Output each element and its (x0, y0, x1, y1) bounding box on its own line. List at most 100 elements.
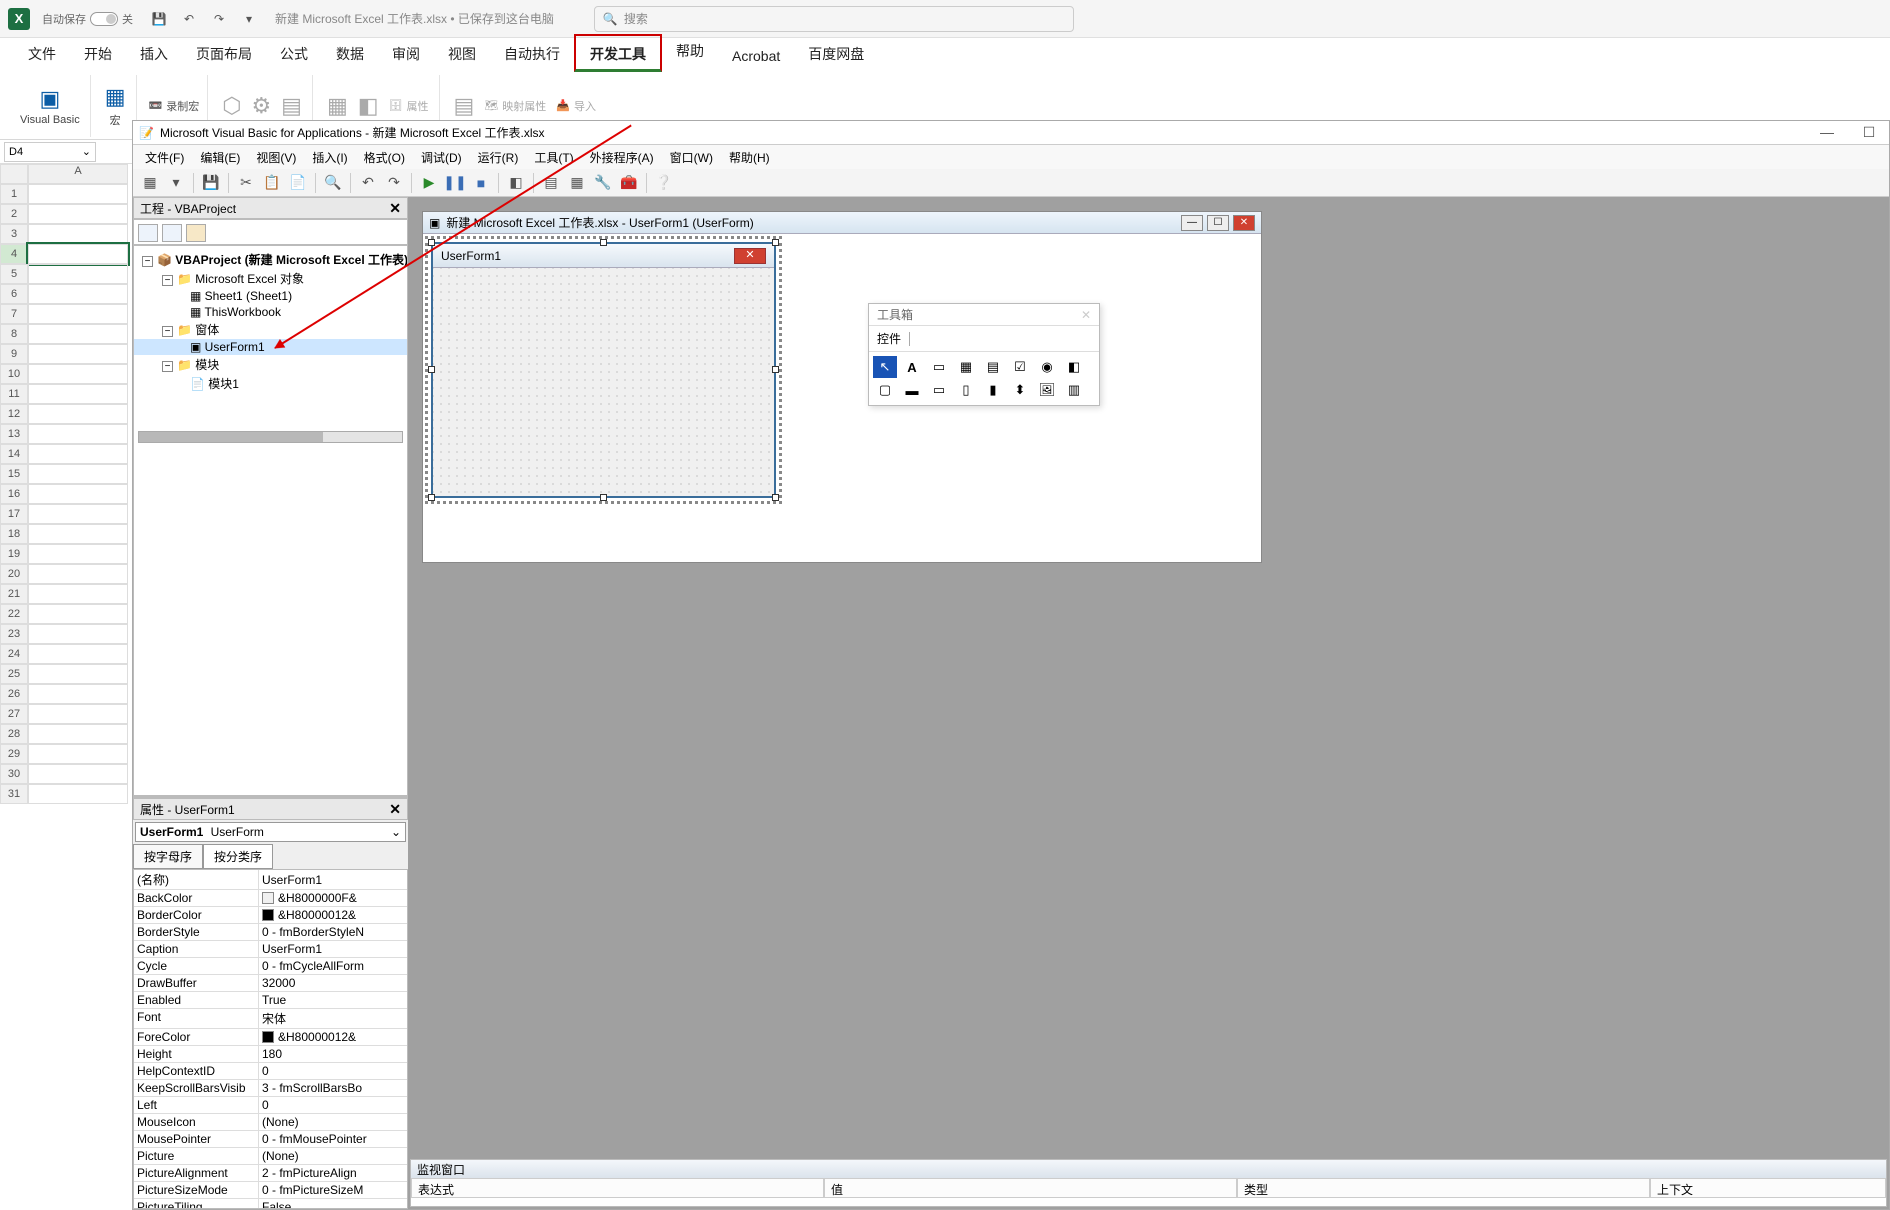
menu-item[interactable]: 运行(R) (478, 149, 519, 166)
row-header[interactable]: 2 (0, 204, 28, 224)
row-header[interactable]: 4 (0, 244, 28, 264)
cell[interactable] (28, 584, 128, 604)
menu-item[interactable]: 插入(I) (312, 149, 347, 166)
row-header[interactable]: 27 (0, 704, 28, 724)
cell[interactable] (28, 204, 128, 224)
stop-icon[interactable]: ■ (470, 172, 492, 194)
copy-icon[interactable]: 📋 (261, 172, 283, 194)
cell[interactable] (28, 484, 128, 504)
cell[interactable] (28, 404, 128, 424)
cell[interactable] (28, 324, 128, 344)
cell[interactable] (28, 504, 128, 524)
design-icon[interactable]: ◧ (505, 172, 527, 194)
select-all-cell[interactable] (0, 164, 28, 184)
tab-layout[interactable]: 页面布局 (182, 36, 266, 72)
tab-auto[interactable]: 自动执行 (490, 36, 574, 72)
row-header[interactable]: 5 (0, 264, 28, 284)
option-tool-icon[interactable]: ◉ (1035, 356, 1059, 378)
menu-item[interactable]: 工具(T) (534, 149, 573, 166)
chevron-down-icon[interactable]: ⌄ (82, 145, 91, 158)
group-vb[interactable]: ▣ Visual Basic (10, 75, 91, 137)
property-row[interactable]: PictureSizeMode0 - fmPictureSizeM (134, 1182, 407, 1199)
excel-addins-icon[interactable]: ⚙ (251, 93, 271, 119)
cut-icon[interactable]: ✂ (235, 172, 257, 194)
row-header[interactable]: 26 (0, 684, 28, 704)
tab-view[interactable]: 视图 (434, 36, 490, 72)
row-header[interactable]: 12 (0, 404, 28, 424)
view-code-icon[interactable] (138, 224, 158, 242)
vbe-titlebar[interactable]: 📝 Microsoft Visual Basic for Application… (133, 121, 1889, 145)
help-icon[interactable]: ❔ (653, 172, 675, 194)
watch-column-header[interactable]: 值 (824, 1178, 1237, 1198)
spinbutton-tool-icon[interactable]: ⬍ (1008, 379, 1032, 401)
combobox-tool-icon[interactable]: ▦ (954, 356, 978, 378)
cell[interactable] (28, 624, 128, 644)
mdi-titlebar[interactable]: ▣ 新建 Microsoft Excel 工作表.xlsx - UserForm… (423, 212, 1261, 234)
property-object-selector[interactable]: UserForm1 UserForm ⌄ (135, 822, 406, 842)
view-excel-icon[interactable]: ▦ (139, 172, 161, 194)
label-tool-icon[interactable]: A (900, 356, 924, 378)
cell[interactable] (28, 384, 128, 404)
group-macro[interactable]: ▦ 宏 (95, 75, 137, 137)
tab-alphabetic[interactable]: 按字母序 (133, 844, 203, 869)
tab-developer[interactable]: 开发工具 (574, 34, 662, 72)
find-icon[interactable]: 🔍 (322, 172, 344, 194)
undo-icon[interactable]: ↶ (179, 9, 199, 29)
cell[interactable] (28, 684, 128, 704)
property-row[interactable]: Cycle0 - fmCycleAllForm (134, 958, 407, 975)
pointer-tool-icon[interactable]: ↖ (873, 356, 897, 378)
watch-window[interactable]: 监视窗口 表达式值类型上下文 (410, 1159, 1887, 1207)
cell[interactable] (28, 564, 128, 584)
tab-baidu[interactable]: 百度网盘 (794, 36, 878, 72)
close-button[interactable]: ✕ (1233, 215, 1255, 231)
import-button[interactable]: 📥 导入 (556, 98, 596, 114)
property-row[interactable]: HelpContextID0 (134, 1063, 407, 1080)
frame-tool-icon[interactable]: ▢ (873, 379, 897, 401)
maximize-button[interactable]: ☐ (1855, 124, 1883, 141)
cell[interactable] (28, 424, 128, 444)
property-row[interactable]: CaptionUserForm1 (134, 941, 407, 958)
tabstrip-tool-icon[interactable]: ▭ (927, 379, 951, 401)
tree-sheet1[interactable]: ▦ Sheet1 (Sheet1) (134, 288, 407, 304)
tab-home[interactable]: 开始 (70, 36, 126, 72)
record-macro-button[interactable]: 📼 录制宏 (149, 98, 200, 114)
toolbox-window[interactable]: 工具箱 ✕ 控件 ↖ A ▭ ▦ ▤ ☑ ◉ ◧ (868, 303, 1100, 406)
map-props-button[interactable]: 🗺 映射属性 (484, 98, 546, 114)
paste-icon[interactable]: 📄 (287, 172, 309, 194)
tree-modules[interactable]: −📁 模块 (134, 355, 407, 374)
cell[interactable] (28, 604, 128, 624)
autosave-toggle[interactable]: 自动保存 关 (42, 11, 133, 27)
commandbutton-tool-icon[interactable]: ▬ (900, 379, 924, 401)
project-explorer-header[interactable]: 工程 - VBAProject ✕ (133, 197, 408, 219)
maximize-button[interactable]: ☐ (1207, 215, 1229, 231)
menu-item[interactable]: 编辑(E) (200, 149, 240, 166)
image-tool-icon[interactable]: 🖼 (1035, 379, 1059, 401)
project-explorer-icon[interactable]: ▤ (540, 172, 562, 194)
run-icon[interactable]: ▶ (418, 172, 440, 194)
cell[interactable] (28, 444, 128, 464)
menu-item[interactable]: 窗口(W) (670, 149, 713, 166)
property-row[interactable]: PictureTilingFalse (134, 1199, 407, 1209)
cell[interactable] (28, 744, 128, 764)
userform-designer-window[interactable]: ▣ 新建 Microsoft Excel 工作表.xlsx - UserForm… (422, 211, 1262, 563)
tree-module1[interactable]: 📄 模块1 (134, 374, 407, 393)
tree-userform1[interactable]: ▣ UserForm1 (134, 339, 407, 355)
watch-header[interactable]: 监视窗口 (411, 1160, 1886, 1178)
row-header[interactable]: 13 (0, 424, 28, 444)
multipage-tool-icon[interactable]: ▯ (954, 379, 978, 401)
insert-control-icon[interactable]: ▦ (327, 93, 348, 119)
com-addins-icon[interactable]: ▤ (281, 93, 302, 119)
property-row[interactable]: MouseIcon(None) (134, 1114, 407, 1131)
row-header[interactable]: 14 (0, 444, 28, 464)
tab-review[interactable]: 审阅 (378, 36, 434, 72)
save-icon[interactable]: 💾 (149, 9, 169, 29)
tab-data[interactable]: 数据 (322, 36, 378, 72)
cell[interactable] (28, 364, 128, 384)
redo-icon[interactable]: ↷ (383, 172, 405, 194)
tree-excel-objects[interactable]: −📁 Microsoft Excel 对象 (134, 269, 407, 288)
addins-icon[interactable]: ⬡ (222, 93, 241, 119)
property-row[interactable]: Picture(None) (134, 1148, 407, 1165)
cell[interactable] (28, 464, 128, 484)
menu-item[interactable]: 帮助(H) (729, 149, 770, 166)
view-object-icon[interactable] (162, 224, 182, 242)
